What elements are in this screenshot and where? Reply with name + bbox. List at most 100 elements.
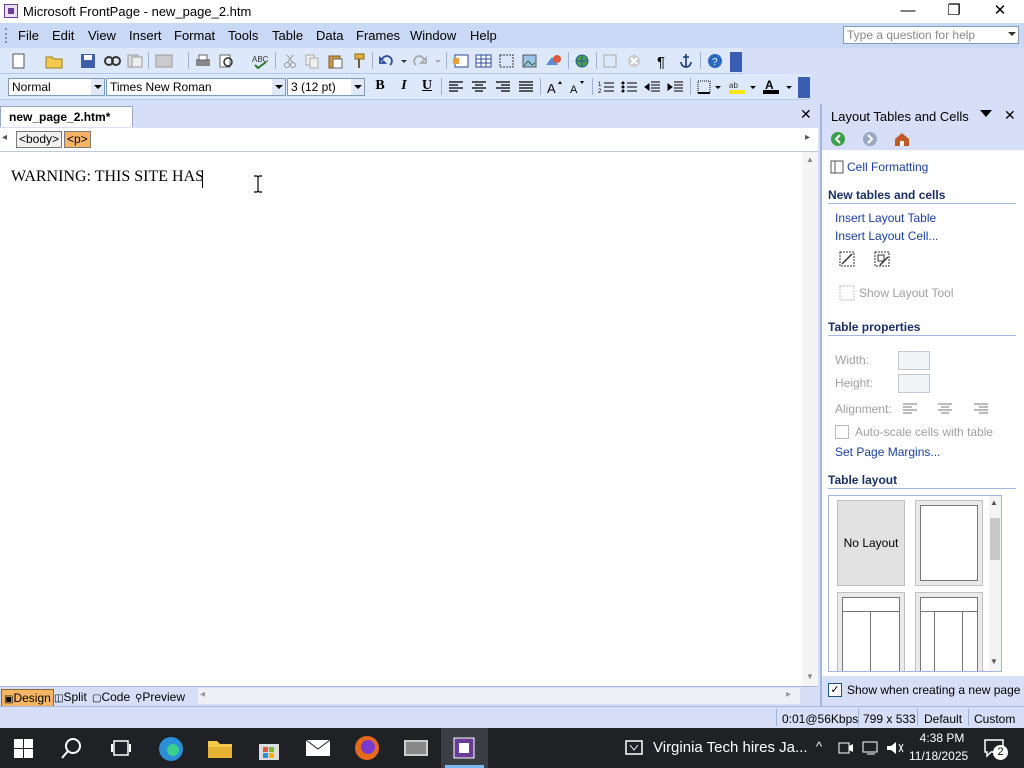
chevron-down-icon[interactable] [91,79,104,95]
undo-icon[interactable] [378,53,408,69]
menu-edit[interactable]: Edit [52,28,74,43]
tag-scroll-right-icon[interactable]: ▸ [805,132,815,146]
scroll-right-icon[interactable]: ▸ [786,689,791,700]
insert-picture-icon[interactable] [521,53,539,69]
menu-grip[interactable] [5,28,10,43]
format-painter-icon[interactable] [350,53,366,69]
taskbar-frontpage-active[interactable] [441,728,488,768]
store-icon[interactable] [256,736,282,762]
insert-table-icon[interactable] [475,53,493,69]
chevron-up-icon[interactable]: ^ [816,739,822,754]
table-layout-gallery[interactable]: No Layout ▲ ▼ [828,495,1002,672]
decrease-font-icon[interactable]: A [569,79,587,95]
toolbar-options-icon[interactable] [730,52,742,72]
restore-button[interactable]: ❐ [931,0,977,23]
insert-layout-cell-link[interactable]: Insert Layout Cell... [835,229,938,243]
draw-layout-cell-icon[interactable] [874,251,892,269]
bookmark-icon[interactable] [678,53,694,69]
chevron-down-icon[interactable] [272,79,285,95]
page-dimensions[interactable]: 799 x 533 [863,712,916,726]
scroll-up-icon[interactable]: ▲ [806,155,814,164]
search-icon[interactable] [60,737,84,761]
menu-tools[interactable]: Tools [228,28,258,43]
publish-icon[interactable] [126,53,144,69]
document-text[interactable]: WARNING: THIS SITE HAS [11,168,204,186]
refresh-icon[interactable] [602,53,618,69]
cell-formatting-link[interactable]: Cell Formatting [847,160,928,174]
menu-data[interactable]: Data [316,28,343,43]
menu-file[interactable]: File [18,28,39,43]
menu-help[interactable]: Help [470,28,497,43]
layer-icon[interactable] [498,53,516,69]
layout-no-layout[interactable]: No Layout [837,500,905,586]
font-select[interactable]: Times New Roman [106,78,286,96]
borders-icon[interactable] [696,79,724,95]
minimize-button[interactable]: — [885,0,931,23]
scroll-left-icon[interactable]: ◂ [200,689,205,700]
firefox-icon[interactable] [353,734,381,762]
menu-window[interactable]: Window [410,28,456,43]
menu-insert[interactable]: Insert [129,28,162,43]
underline-button[interactable]: U [417,77,437,95]
drawing-icon[interactable] [544,53,564,69]
cell-formatting-icon[interactable] [830,160,844,174]
preview-icon[interactable] [218,53,246,69]
chevron-down-icon[interactable] [1008,32,1016,36]
horizontal-scrollbar[interactable]: ◂ ▸ [198,688,800,704]
font-size-select[interactable]: 3 (12 pt) [287,78,365,96]
italic-button[interactable]: I [394,77,414,95]
show-all-icon[interactable]: ¶ [654,53,670,69]
help-search-input[interactable]: Type a question for help [843,26,1019,44]
tab-code[interactable]: ▢Code [90,689,132,705]
task-pane-menu-icon[interactable] [980,110,992,117]
toolbar-options-icon[interactable] [798,77,810,98]
edge-browser-icon[interactable] [157,735,185,763]
tab-design[interactable]: ▣Design [1,689,54,707]
justify-icon[interactable] [517,79,535,95]
tab-split[interactable]: ◫Split [52,689,89,705]
scroll-thumb[interactable] [990,518,1000,560]
vertical-scrollbar[interactable]: ▲ ▼ [802,152,818,686]
bullet-list-icon[interactable] [621,79,639,95]
file-explorer-icon[interactable] [206,736,234,760]
scroll-down-icon[interactable]: ▼ [806,672,814,681]
open-folder-icon[interactable] [45,53,65,69]
design-editor[interactable]: WARNING: THIS SITE HAS [0,152,802,686]
web-component-icon[interactable] [155,53,183,69]
tag-scroll-left-icon[interactable]: ◂ [2,132,12,146]
clock-date[interactable]: 11/18/2025 [909,749,968,763]
scroll-up-icon[interactable]: ▲ [990,498,998,507]
increase-font-icon[interactable]: A [546,79,564,95]
home-icon[interactable] [893,131,911,147]
stop-icon[interactable] [626,53,642,69]
redo-icon[interactable] [412,53,442,69]
network-icon[interactable] [862,740,880,756]
search-icon[interactable] [103,53,121,69]
meet-now-icon[interactable] [838,740,854,756]
menu-view[interactable]: View [88,28,116,43]
help-icon[interactable]: ? [707,53,725,69]
layout-header-two-column[interactable] [837,592,905,671]
news-headline[interactable]: Virginia Tech hires Ja... [653,739,808,756]
back-icon[interactable] [830,131,848,147]
news-icon[interactable] [622,738,646,758]
font-color-icon[interactable]: A [762,79,794,95]
save-icon[interactable] [80,53,96,69]
app-window-icon[interactable] [402,736,430,760]
volume-icon[interactable] [886,740,904,756]
clock-time[interactable]: 4:38 PM [916,731,968,745]
document-tab[interactable]: new_page_2.htm* [0,106,133,127]
close-button[interactable]: ✕ [977,0,1023,23]
menu-frames[interactable]: Frames [356,28,400,43]
task-view-icon[interactable] [110,738,132,758]
layout-single-cell[interactable] [915,500,983,586]
spelling-icon[interactable]: ABC [252,53,270,69]
mail-icon[interactable] [305,738,331,758]
set-page-margins-link[interactable]: Set Page Margins... [835,445,940,459]
print-icon[interactable] [194,53,212,69]
style-select[interactable]: Normal [8,78,105,96]
web-component-insert-icon[interactable] [452,53,472,69]
layout-header-three-column[interactable] [915,592,983,671]
highlight-icon[interactable]: ab [728,79,758,95]
increase-indent-icon[interactable] [667,79,685,95]
